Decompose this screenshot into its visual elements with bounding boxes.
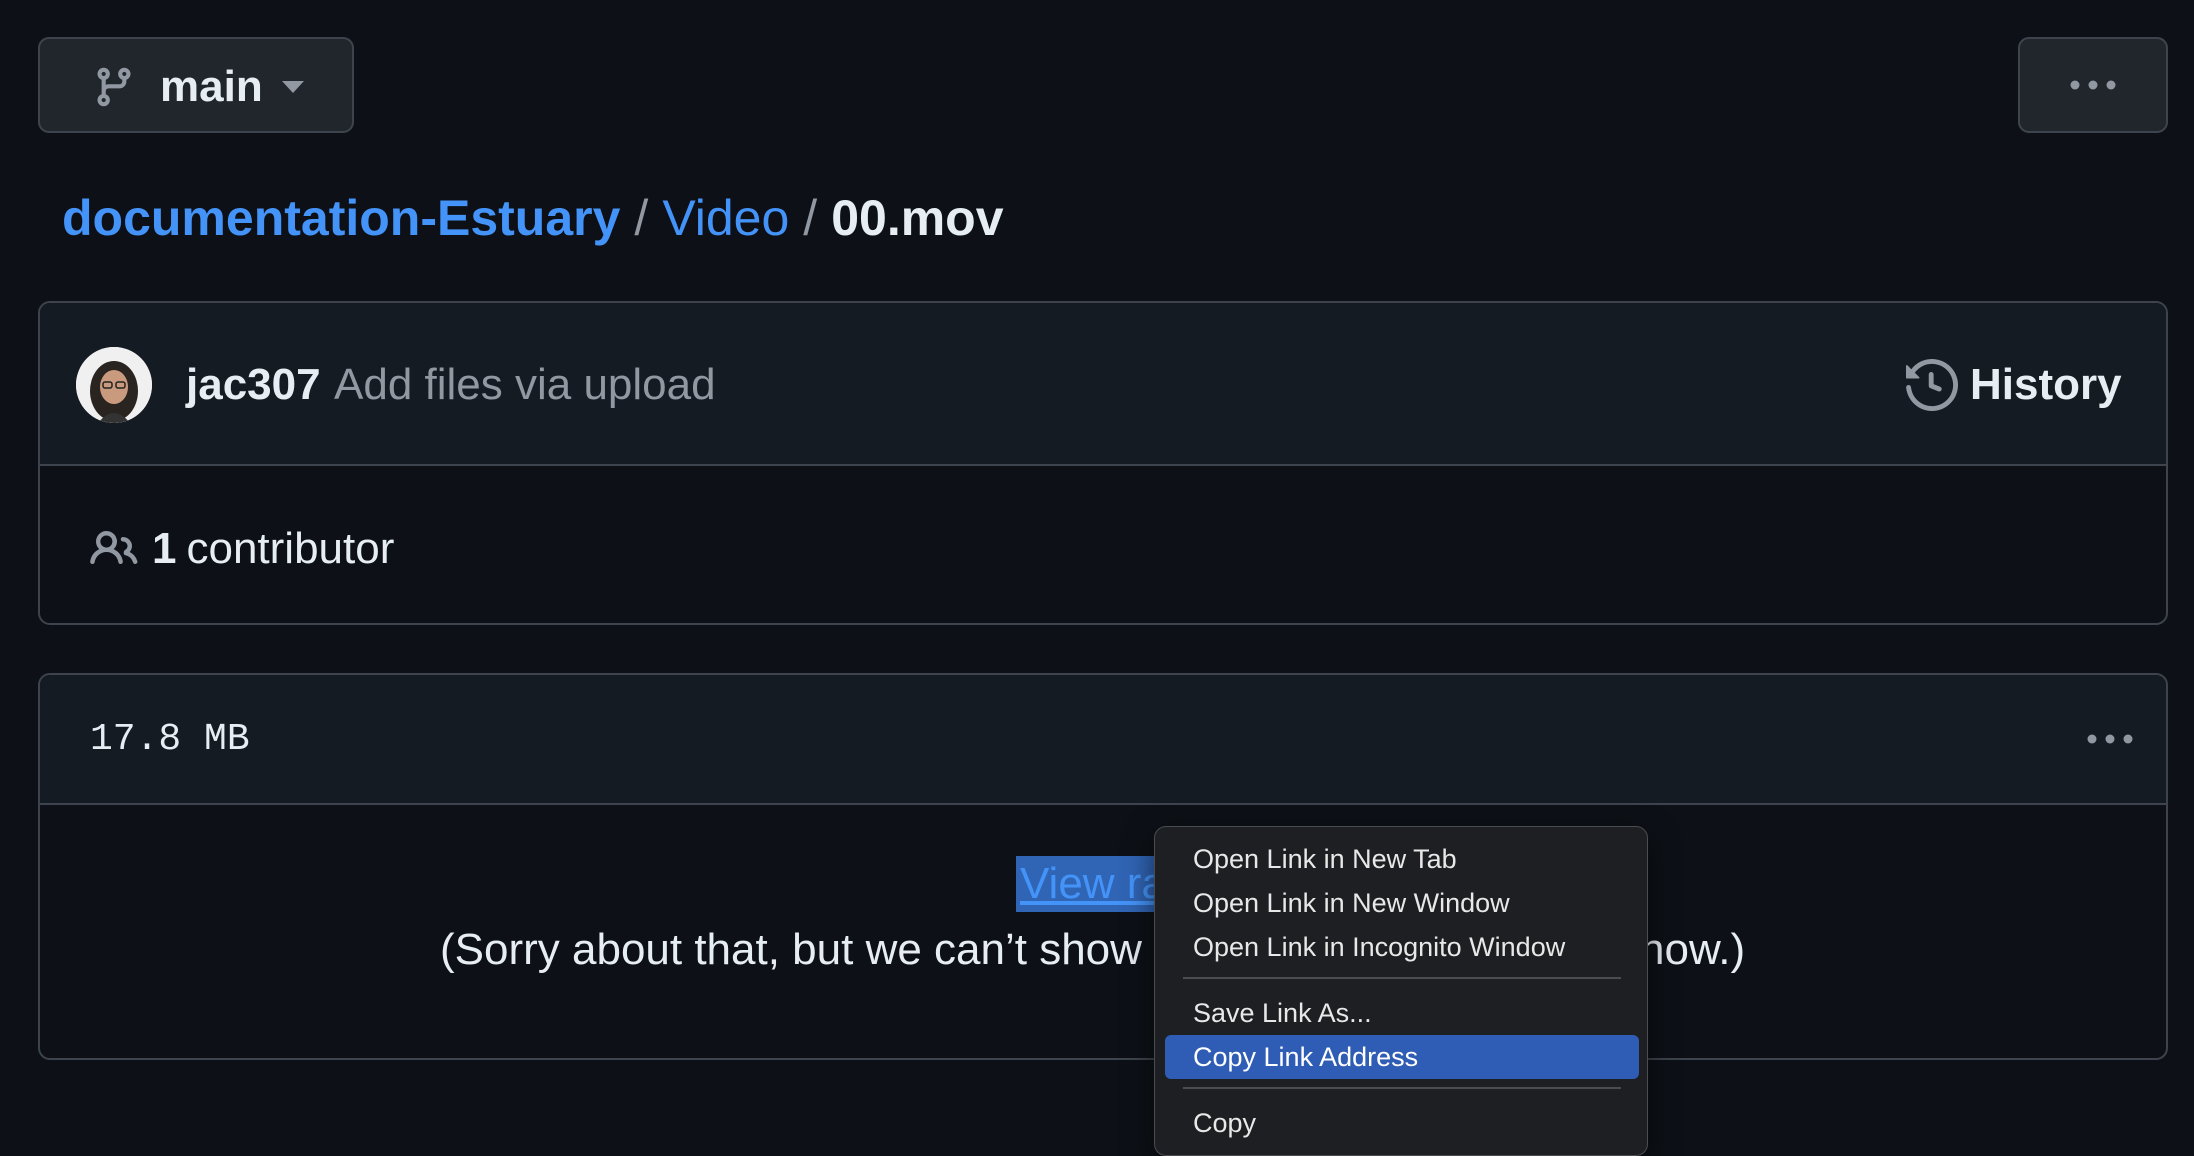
- breadcrumb-repo-link[interactable]: documentation-Estuary: [62, 190, 620, 246]
- people-icon: [90, 530, 138, 565]
- contributors-link[interactable]: 1 contributor: [90, 519, 394, 579]
- branch-name: main: [160, 62, 263, 111]
- view-raw-link-container: View raw: [1016, 852, 1154, 914]
- menu-item-open-new-tab[interactable]: Open Link in New Tab: [1165, 837, 1639, 881]
- file-header: 17.8 MB: [40, 675, 2166, 805]
- view-raw-link[interactable]: View raw: [1016, 856, 1154, 912]
- menu-item-copy-link-address[interactable]: Copy Link Address: [1165, 1035, 1639, 1079]
- breadcrumb: documentation-Estuary / Video/00.mov: [62, 188, 1004, 248]
- menu-separator: [1183, 977, 1621, 979]
- breadcrumb-folder-link[interactable]: Video: [662, 190, 789, 246]
- commit-author[interactable]: jac307: [186, 357, 321, 413]
- file-notice-start: (Sorry about that, but we can’t show: [440, 925, 1142, 974]
- kebab-horizontal-icon: [2087, 734, 2133, 744]
- avatar[interactable]: [76, 347, 152, 423]
- kebab-horizontal-icon: [2070, 80, 2116, 90]
- contributor-count: 1: [152, 524, 177, 573]
- branch-selector-button[interactable]: main: [38, 37, 354, 133]
- history-icon: [1906, 359, 1958, 411]
- menu-item-open-new-window[interactable]: Open Link in New Window: [1165, 881, 1639, 925]
- breadcrumb-separator: /: [803, 190, 818, 246]
- more-options-button[interactable]: [2018, 37, 2168, 133]
- chevron-down-icon: [282, 81, 304, 93]
- commit-header: jac307 Add files via upload History: [40, 303, 2166, 466]
- breadcrumb-separator: /: [634, 190, 649, 246]
- latest-commit-box: jac307 Add files via upload History 1 co…: [38, 301, 2168, 625]
- history-button[interactable]: History: [1906, 355, 2122, 415]
- file-more-options-button[interactable]: [2070, 711, 2150, 767]
- contributor-label: contributor: [186, 524, 395, 573]
- git-branch-icon: [97, 67, 131, 107]
- context-menu: Open Link in New Tab Open Link in New Wi…: [1154, 826, 1648, 1156]
- menu-item-copy[interactable]: Copy: [1165, 1101, 1639, 1145]
- file-notice-end: now.): [1640, 925, 1746, 974]
- breadcrumb-current-file: 00.mov: [831, 190, 1004, 246]
- file-size: 17.8 MB: [90, 718, 250, 761]
- menu-separator: [1183, 1087, 1621, 1089]
- commit-message[interactable]: Add files via upload: [334, 357, 716, 413]
- history-label: History: [1970, 360, 2122, 409]
- menu-item-open-incognito[interactable]: Open Link in Incognito Window: [1165, 925, 1639, 969]
- menu-item-save-link-as[interactable]: Save Link As...: [1165, 991, 1639, 1035]
- avatar-image: [76, 347, 152, 423]
